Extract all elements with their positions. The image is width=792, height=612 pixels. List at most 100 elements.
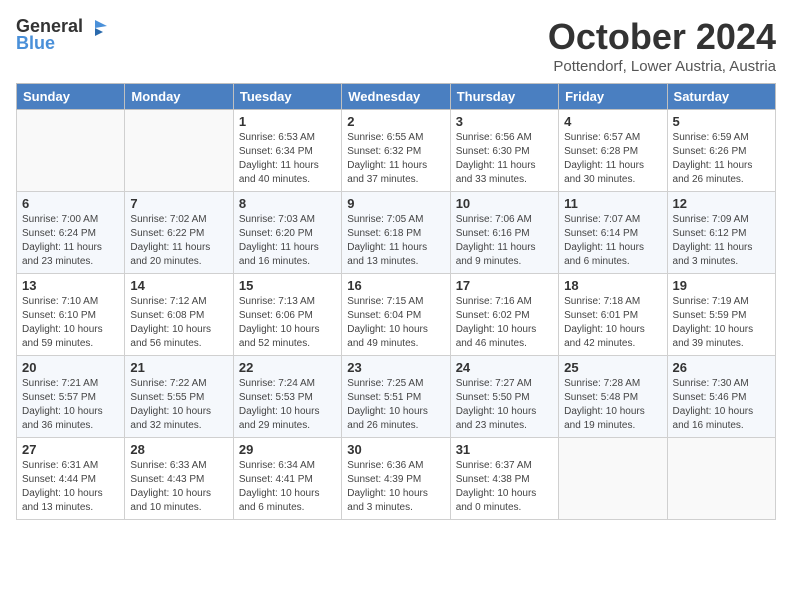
calendar-cell: 26 Sunrise: 7:30 AM Sunset: 5:46 PM Dayli…: [667, 356, 775, 438]
calendar-cell: 17 Sunrise: 7:16 AM Sunset: 6:02 PM Dayli…: [450, 274, 558, 356]
day-info: Sunrise: 6:33 AM Sunset: 4:43 PM Dayligh…: [130, 459, 227, 515]
header-monday: Monday: [125, 84, 233, 110]
week-row-0: 1Sunrise: 6:53 AM Sunset: 6:34 PM Daylig…: [17, 110, 776, 192]
calendar-cell: 29 Sunrise: 6:34 AM Sunset: 4:41 PM Dayli…: [233, 438, 341, 520]
day-info: Sunrise: 7:30 AM Sunset: 5:46 PM Dayligh…: [673, 377, 770, 433]
day-info: Sunrise: 7:07 AM Sunset: 6:14 PM Dayligh…: [564, 213, 661, 269]
calendar-cell: 5 Sunrise: 6:59 AM Sunset: 6:26 PM Daylig…: [667, 110, 775, 192]
day-number: 6: [22, 196, 119, 211]
calendar-cell: 28 Sunrise: 6:33 AM Sunset: 4:43 PM Dayli…: [125, 438, 233, 520]
location-subtitle: Pottendorf, Lower Austria, Austria: [548, 58, 776, 75]
calendar-cell: 16Sunrise: 7:15 AM Sunset: 6:04 PM Dayli…: [342, 274, 450, 356]
day-number: 5: [673, 114, 770, 129]
day-number: 15: [239, 278, 336, 293]
day-info: Sunrise: 7:21 AM Sunset: 5:57 PM Dayligh…: [22, 377, 119, 433]
header-wednesday: Wednesday: [342, 84, 450, 110]
day-info: Sunrise: 7:24 AM Sunset: 5:53 PM Dayligh…: [239, 377, 336, 433]
day-number: 4: [564, 114, 661, 129]
day-info: Sunrise: 7:13 AM Sunset: 6:06 PM Dayligh…: [239, 295, 336, 351]
header-friday: Friday: [559, 84, 667, 110]
day-number: 24: [456, 360, 553, 375]
day-number: 20: [22, 360, 119, 375]
day-number: 11: [564, 196, 661, 211]
logo-blue: Blue: [16, 33, 55, 54]
calendar-cell: 7 Sunrise: 7:02 AM Sunset: 6:22 PM Daylig…: [125, 192, 233, 274]
day-info: Sunrise: 7:25 AM Sunset: 5:51 PM Dayligh…: [347, 377, 444, 433]
calendar-cell: 2Sunrise: 6:55 AM Sunset: 6:32 PM Daylig…: [342, 110, 450, 192]
day-info: Sunrise: 6:55 AM Sunset: 6:32 PM Dayligh…: [347, 131, 444, 187]
calendar-cell: 20 Sunrise: 7:21 AM Sunset: 5:57 PM Dayli…: [17, 356, 125, 438]
title-area: October 2024 Pottendorf, Lower Austria, …: [548, 16, 776, 75]
day-number: 19: [673, 278, 770, 293]
day-info: Sunrise: 7:16 AM Sunset: 6:02 PM Dayligh…: [456, 295, 553, 351]
logo-bird-icon: [85, 18, 107, 36]
day-info: Sunrise: 7:12 AM Sunset: 6:08 PM Dayligh…: [130, 295, 227, 351]
day-number: 31: [456, 442, 553, 457]
header-tuesday: Tuesday: [233, 84, 341, 110]
day-number: 18: [564, 278, 661, 293]
calendar-cell: [17, 110, 125, 192]
logo: General Blue: [16, 16, 107, 54]
day-info: Sunrise: 6:37 AM Sunset: 4:38 PM Dayligh…: [456, 459, 553, 515]
calendar-cell: [125, 110, 233, 192]
day-info: Sunrise: 7:19 AM Sunset: 5:59 PM Dayligh…: [673, 295, 770, 351]
day-number: 8: [239, 196, 336, 211]
day-number: 17: [456, 278, 553, 293]
calendar-cell: 11 Sunrise: 7:07 AM Sunset: 6:14 PM Dayli…: [559, 192, 667, 274]
day-info: Sunrise: 6:53 AM Sunset: 6:34 PM Dayligh…: [239, 131, 336, 187]
day-info: Sunrise: 6:34 AM Sunset: 4:41 PM Dayligh…: [239, 459, 336, 515]
calendar-cell: 9Sunrise: 7:05 AM Sunset: 6:18 PM Daylig…: [342, 192, 450, 274]
header-saturday: Saturday: [667, 84, 775, 110]
day-number: 29: [239, 442, 336, 457]
calendar-cell: 8 Sunrise: 7:03 AM Sunset: 6:20 PM Daylig…: [233, 192, 341, 274]
page-header: General Blue October 2024 Pottendorf, Lo…: [16, 16, 776, 75]
calendar-cell: 4 Sunrise: 6:57 AM Sunset: 6:28 PM Daylig…: [559, 110, 667, 192]
day-info: Sunrise: 6:56 AM Sunset: 6:30 PM Dayligh…: [456, 131, 553, 187]
week-row-1: 6Sunrise: 7:00 AM Sunset: 6:24 PM Daylig…: [17, 192, 776, 274]
calendar-cell: 30Sunrise: 6:36 AM Sunset: 4:39 PM Dayli…: [342, 438, 450, 520]
day-info: Sunrise: 7:27 AM Sunset: 5:50 PM Dayligh…: [456, 377, 553, 433]
calendar-cell: 19 Sunrise: 7:19 AM Sunset: 5:59 PM Dayli…: [667, 274, 775, 356]
calendar-cell: [559, 438, 667, 520]
calendar-cell: 31 Sunrise: 6:37 AM Sunset: 4:38 PM Dayli…: [450, 438, 558, 520]
day-info: Sunrise: 7:28 AM Sunset: 5:48 PM Dayligh…: [564, 377, 661, 433]
calendar-cell: 21 Sunrise: 7:22 AM Sunset: 5:55 PM Dayli…: [125, 356, 233, 438]
day-info: Sunrise: 6:36 AM Sunset: 4:39 PM Dayligh…: [347, 459, 444, 515]
calendar-cell: [667, 438, 775, 520]
calendar-cell: 25 Sunrise: 7:28 AM Sunset: 5:48 PM Dayli…: [559, 356, 667, 438]
month-title: October 2024: [548, 16, 776, 58]
calendar-cell: 14Sunrise: 7:12 AM Sunset: 6:08 PM Dayli…: [125, 274, 233, 356]
day-number: 3: [456, 114, 553, 129]
day-info: Sunrise: 7:02 AM Sunset: 6:22 PM Dayligh…: [130, 213, 227, 269]
header-row: SundayMondayTuesdayWednesdayThursdayFrid…: [17, 84, 776, 110]
day-number: 10: [456, 196, 553, 211]
day-info: Sunrise: 6:57 AM Sunset: 6:28 PM Dayligh…: [564, 131, 661, 187]
day-info: Sunrise: 6:31 AM Sunset: 4:44 PM Dayligh…: [22, 459, 119, 515]
calendar-cell: 23 Sunrise: 7:25 AM Sunset: 5:51 PM Dayli…: [342, 356, 450, 438]
day-number: 25: [564, 360, 661, 375]
day-info: Sunrise: 6:59 AM Sunset: 6:26 PM Dayligh…: [673, 131, 770, 187]
calendar-cell: 13 Sunrise: 7:10 AM Sunset: 6:10 PM Dayli…: [17, 274, 125, 356]
calendar-cell: 18 Sunrise: 7:18 AM Sunset: 6:01 PM Dayli…: [559, 274, 667, 356]
week-row-4: 27 Sunrise: 6:31 AM Sunset: 4:44 PM Dayli…: [17, 438, 776, 520]
calendar-cell: 27 Sunrise: 6:31 AM Sunset: 4:44 PM Dayli…: [17, 438, 125, 520]
day-number: 7: [130, 196, 227, 211]
day-info: Sunrise: 7:22 AM Sunset: 5:55 PM Dayligh…: [130, 377, 227, 433]
calendar-cell: 15 Sunrise: 7:13 AM Sunset: 6:06 PM Dayli…: [233, 274, 341, 356]
day-number: 22: [239, 360, 336, 375]
day-number: 9: [347, 196, 444, 211]
day-number: 21: [130, 360, 227, 375]
day-number: 27: [22, 442, 119, 457]
day-number: 12: [673, 196, 770, 211]
day-number: 26: [673, 360, 770, 375]
day-number: 28: [130, 442, 227, 457]
day-number: 13: [22, 278, 119, 293]
day-info: Sunrise: 7:06 AM Sunset: 6:16 PM Dayligh…: [456, 213, 553, 269]
day-info: Sunrise: 7:03 AM Sunset: 6:20 PM Dayligh…: [239, 213, 336, 269]
calendar-cell: 1Sunrise: 6:53 AM Sunset: 6:34 PM Daylig…: [233, 110, 341, 192]
day-number: 23: [347, 360, 444, 375]
day-info: Sunrise: 7:18 AM Sunset: 6:01 PM Dayligh…: [564, 295, 661, 351]
day-info: Sunrise: 7:10 AM Sunset: 6:10 PM Dayligh…: [22, 295, 119, 351]
header-thursday: Thursday: [450, 84, 558, 110]
day-info: Sunrise: 7:09 AM Sunset: 6:12 PM Dayligh…: [673, 213, 770, 269]
